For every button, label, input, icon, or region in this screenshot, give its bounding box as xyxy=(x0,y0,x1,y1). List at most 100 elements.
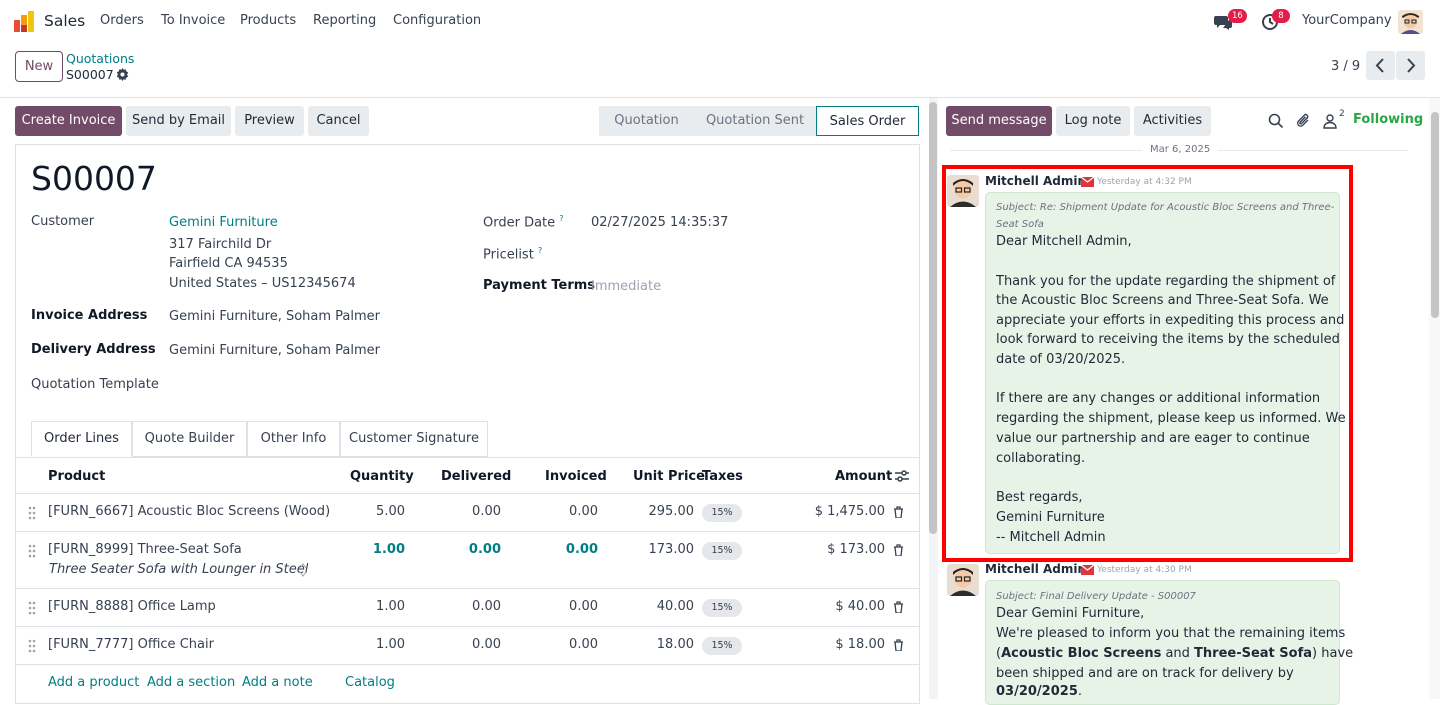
quotation-template-label: Quotation Template xyxy=(31,377,159,392)
message-line: (Acoustic Bloc Screens and Three-Seat So… xyxy=(996,646,1354,661)
product-cell[interactable]: [FURN_7777] Office Chair xyxy=(48,637,214,652)
trash-icon[interactable] xyxy=(893,601,904,613)
menu-configuration[interactable]: Configuration xyxy=(393,13,481,28)
table-row[interactable]: [FURN_8888] Office Lamp 1.00 0.00 0.00 4… xyxy=(16,589,919,627)
product-cell[interactable]: [FURN_8999] Three-Seat Sofa xyxy=(48,542,242,557)
new-button[interactable]: New xyxy=(15,51,63,82)
company-switcher[interactable]: YourCompany xyxy=(1302,13,1392,28)
table-row[interactable]: [FURN_7777] Office Chair 1.00 0.00 0.00 … xyxy=(16,627,919,665)
app-name[interactable]: Sales xyxy=(44,12,85,30)
customer-field[interactable]: Gemini Furniture xyxy=(169,215,278,230)
order-date-label: Order Date ? xyxy=(483,214,564,231)
quantity-cell[interactable]: 1.00 xyxy=(376,599,405,614)
user-avatar[interactable] xyxy=(1398,10,1423,34)
send-message-button[interactable]: Send message xyxy=(946,106,1052,136)
catalog-link[interactable]: Catalog xyxy=(345,675,395,690)
unit-price-cell[interactable]: 18.00 xyxy=(657,637,694,652)
tab-customer-signature[interactable]: Customer Signature xyxy=(340,421,488,457)
preview-button[interactable]: Preview xyxy=(235,106,304,136)
following-button[interactable]: Following xyxy=(1353,112,1423,127)
message-timestamp: Yesterday at 4:30 PM xyxy=(1097,565,1192,575)
drag-handle-icon[interactable] xyxy=(27,601,37,615)
column-settings-icon[interactable] xyxy=(895,469,909,483)
help-tooltip-icon[interactable]: ? xyxy=(559,214,563,223)
menu-to-invoice[interactable]: To Invoice xyxy=(161,13,225,28)
add-section-link[interactable]: Add a section xyxy=(147,675,235,690)
amount-cell: $ 173.00 xyxy=(827,542,885,557)
table-row[interactable]: [FURN_8999] Three-Seat Sofa Three Seater… xyxy=(16,532,919,589)
followers-user-icon[interactable] xyxy=(1322,113,1338,129)
form-scrollbar-thumb[interactable] xyxy=(929,102,937,534)
quantity-cell[interactable]: 1.00 xyxy=(373,542,405,557)
tab-quote-builder[interactable]: Quote Builder xyxy=(132,421,247,457)
quantity-cell[interactable]: 5.00 xyxy=(376,504,405,519)
column-unit-price[interactable]: Unit Price xyxy=(633,469,705,484)
pager-next-button[interactable] xyxy=(1396,51,1425,80)
invoice-address-field[interactable]: Gemini Furniture, Soham Palmer xyxy=(169,309,380,324)
chatter-scrollbar-thumb[interactable] xyxy=(1431,112,1439,318)
trash-icon[interactable] xyxy=(893,639,904,651)
table-row[interactable]: [FURN_6667] Acoustic Bloc Screens (Wood)… xyxy=(16,494,919,532)
customer-address-line: 317 Fairchild Dr xyxy=(169,237,272,252)
trash-icon[interactable] xyxy=(893,506,904,518)
top-navbar: Sales Orders To Invoice Products Reporti… xyxy=(0,0,1440,43)
tab-order-lines[interactable]: Order Lines xyxy=(31,421,132,457)
help-tooltip-icon[interactable]: ? xyxy=(538,246,542,255)
search-icon[interactable] xyxy=(1268,113,1284,129)
stage-quotation[interactable]: Quotation xyxy=(599,106,694,136)
create-invoice-button[interactable]: Create Invoice xyxy=(15,106,122,136)
add-note-link[interactable]: Add a note xyxy=(242,675,313,690)
order-date-field[interactable]: 02/27/2025 14:35:37 xyxy=(591,215,728,230)
message-line: Dear Gemini Furniture, xyxy=(996,606,1145,621)
resize-stepper-icon[interactable] xyxy=(299,562,307,578)
product-description[interactable]: Three Seater Sofa with Lounger in Steel xyxy=(49,562,308,577)
stage-sales-order[interactable]: Sales Order xyxy=(816,106,919,136)
column-delivered[interactable]: Delivered xyxy=(441,469,511,484)
activities-button[interactable]: Activities xyxy=(1134,106,1211,136)
column-amount[interactable]: Amount xyxy=(835,469,892,484)
paperclip-icon[interactable] xyxy=(1296,113,1312,129)
send-by-email-button[interactable]: Send by Email xyxy=(126,106,231,136)
product-cell[interactable]: [FURN_6667] Acoustic Bloc Screens (Wood) xyxy=(48,504,330,519)
highlight-box xyxy=(942,165,1353,562)
delivered-cell: 0.00 xyxy=(472,599,501,614)
message-author[interactable]: Mitchell Admin xyxy=(985,562,1086,576)
column-taxes[interactable]: Taxes xyxy=(702,469,743,484)
trash-icon[interactable] xyxy=(893,544,904,556)
tax-badge[interactable]: 15% xyxy=(702,542,742,560)
invoice-address-label: Invoice Address xyxy=(31,308,148,323)
menu-products[interactable]: Products xyxy=(240,13,296,28)
author-avatar[interactable] xyxy=(947,564,979,596)
log-note-button[interactable]: Log note xyxy=(1056,106,1130,136)
tab-other-info[interactable]: Other Info xyxy=(247,421,340,457)
product-cell[interactable]: [FURN_8888] Office Lamp xyxy=(48,599,216,614)
stage-quotation-sent[interactable]: Quotation Sent xyxy=(694,106,816,136)
pager-value[interactable]: 3 / 9 xyxy=(1331,59,1360,74)
column-invoiced[interactable]: Invoiced xyxy=(545,469,607,484)
unit-price-cell[interactable]: 40.00 xyxy=(657,599,694,614)
amount-cell: $ 40.00 xyxy=(835,599,885,614)
column-product[interactable]: Product xyxy=(48,469,105,484)
unit-price-cell[interactable]: 173.00 xyxy=(649,542,695,557)
delivery-address-field[interactable]: Gemini Furniture, Soham Palmer xyxy=(169,343,380,358)
tax-badge[interactable]: 15% xyxy=(702,504,742,522)
menu-orders[interactable]: Orders xyxy=(100,13,144,28)
breadcrumb-quotations[interactable]: Quotations xyxy=(66,51,134,66)
payment-terms-field[interactable]: Immediate xyxy=(591,279,661,294)
pager-previous-button[interactable] xyxy=(1366,51,1395,80)
column-quantity[interactable]: Quantity xyxy=(350,469,414,484)
unit-price-cell[interactable]: 295.00 xyxy=(649,504,695,519)
menu-reporting[interactable]: Reporting xyxy=(313,13,376,28)
message-line: 03/20/2025. xyxy=(996,684,1082,699)
drag-handle-icon[interactable] xyxy=(27,506,37,520)
tax-badge[interactable]: 15% xyxy=(702,637,742,655)
cancel-button[interactable]: Cancel xyxy=(308,106,369,136)
drag-handle-icon[interactable] xyxy=(27,639,37,653)
tax-badge[interactable]: 15% xyxy=(702,599,742,617)
drag-handle-icon[interactable] xyxy=(27,544,37,558)
add-product-link[interactable]: Add a product xyxy=(48,675,139,690)
gear-icon[interactable] xyxy=(116,68,129,81)
quantity-cell[interactable]: 1.00 xyxy=(376,637,405,652)
sales-app-icon[interactable] xyxy=(14,11,36,32)
date-divider-line xyxy=(950,150,1142,151)
